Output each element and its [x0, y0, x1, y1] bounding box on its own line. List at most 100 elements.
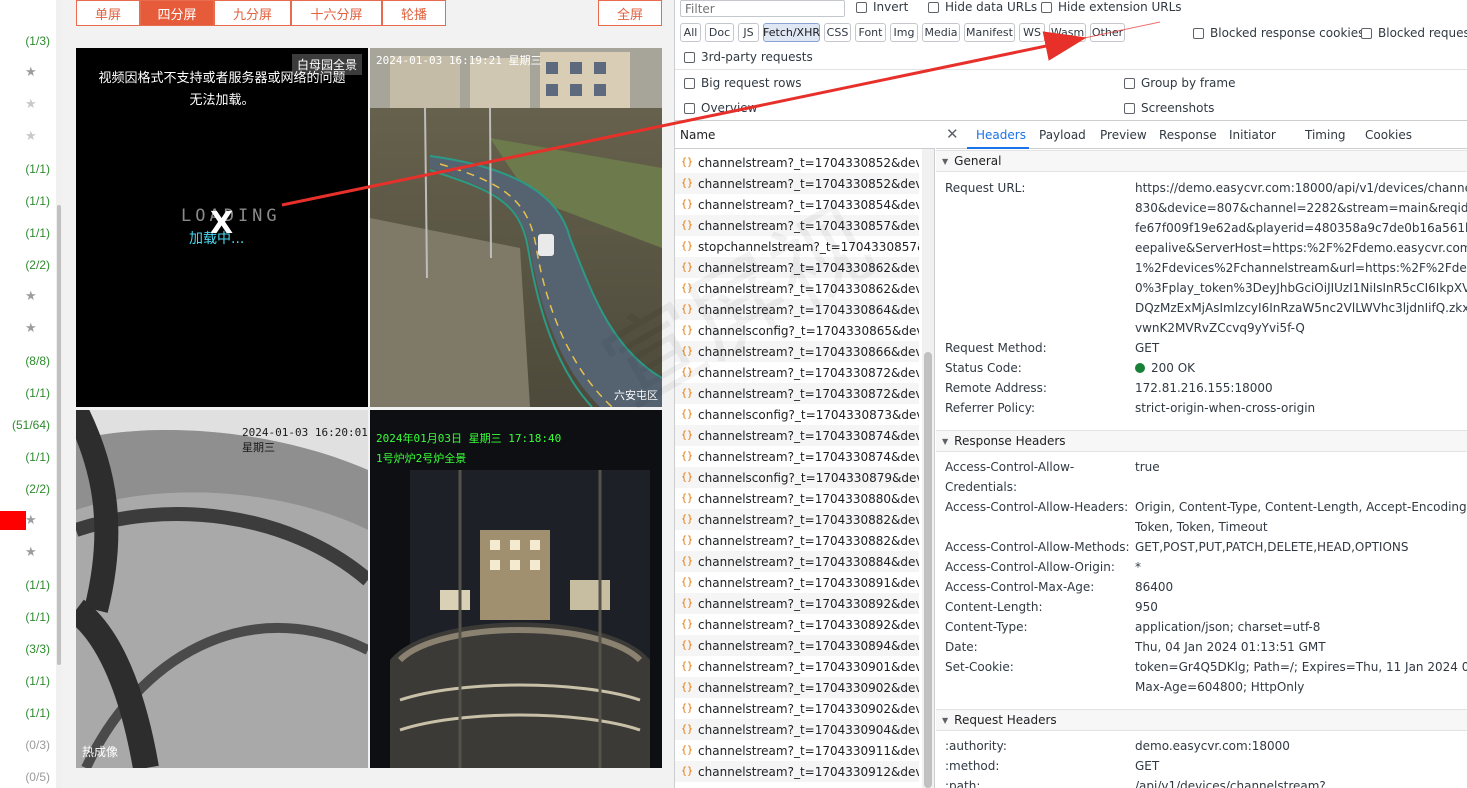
request-row[interactable]: {} channelstream?_t=1704330882&device...	[675, 509, 919, 530]
request-row[interactable]: {} channelstream?_t=1704330880&device...	[675, 488, 919, 509]
type-filter-img[interactable]: Img	[890, 23, 918, 42]
request-row[interactable]: {} channelstream?_t=1704330891&device...	[675, 572, 919, 593]
tab-payload[interactable]: Payload	[1039, 128, 1086, 142]
blocked-requests-checkbox[interactable]: Blocked requests	[1361, 26, 1467, 40]
tab-response[interactable]: Response	[1159, 128, 1217, 142]
request-row[interactable]: {} channelstream?_t=1704330874&device...	[675, 446, 919, 467]
request-row[interactable]: {} channelsconfig?_t=1704330873&device...	[675, 404, 919, 425]
request-row[interactable]: {} channelstream?_t=1704330857&device...	[675, 215, 919, 236]
video-cell-4[interactable]: 2024年01月03日 星期三 17:18:40 1号炉炉2号炉全景	[370, 410, 662, 768]
request-row[interactable]: {} stopchannelstream?_t=1704330857&st...	[675, 236, 919, 257]
star-icon[interactable]: ★	[25, 97, 37, 112]
single-screen-button[interactable]: 单屏	[76, 0, 140, 26]
tree-node-count[interactable]: (1/1)	[0, 450, 50, 464]
request-row[interactable]: {} channelstream?_t=1704330854&device...	[675, 194, 919, 215]
close-icon[interactable]: X	[210, 206, 233, 241]
tree-node-count[interactable]: (1/1)	[0, 578, 50, 592]
close-icon[interactable]: ✕	[946, 125, 959, 143]
request-row[interactable]: {} channelstream?_t=1704330894&device...	[675, 635, 919, 656]
request-list-scrollbar-thumb[interactable]	[924, 352, 932, 788]
four-screen-button[interactable]: 四分屏	[140, 0, 214, 26]
tree-node-count[interactable]: (1/1)	[0, 386, 50, 400]
star-icon[interactable]: ★	[25, 513, 37, 528]
tree-node-count[interactable]: (2/2)	[0, 482, 50, 496]
type-filter-wasm[interactable]: Wasm	[1049, 23, 1086, 42]
type-filter-doc[interactable]: Doc	[705, 23, 734, 42]
request-row[interactable]: {} channelstream?_t=1704330862&device...	[675, 257, 919, 278]
request-row[interactable]: {} channelstream?_t=1704330892&device...	[675, 593, 919, 614]
request-row[interactable]: {} channelstream?_t=1704330862&device...	[675, 278, 919, 299]
request-row[interactable]: {} channelstream?_t=1704330872&device...	[675, 383, 919, 404]
response-headers-section-header[interactable]: ▼ Response Headers	[936, 430, 1467, 452]
invert-checkbox[interactable]: Invert	[856, 0, 908, 14]
filter-input[interactable]	[680, 0, 845, 17]
request-row[interactable]: {} channelstream?_t=1704330864&device...	[675, 299, 919, 320]
third-party-checkbox[interactable]: 3rd-party requests	[684, 50, 813, 64]
blocked-response-cookies-checkbox[interactable]: Blocked response cookies	[1193, 26, 1364, 40]
request-row[interactable]: {} channelstream?_t=1704330892&device...	[675, 614, 919, 635]
fullscreen-button[interactable]: 全屏	[598, 0, 662, 26]
type-filter-fetch-xhr[interactable]: Fetch/XHR	[763, 23, 820, 42]
request-row[interactable]: {} channelstream?_t=1704330872&device...	[675, 362, 919, 383]
tab-initiator[interactable]: Initiator	[1229, 128, 1276, 142]
request-row[interactable]: {} channelsconfig?_t=1704330865&device...	[675, 320, 919, 341]
tree-node-count[interactable]: (3/3)	[0, 642, 50, 656]
request-row[interactable]: {} channelstream?_t=1704330882&device...	[675, 530, 919, 551]
star-icon[interactable]: ★	[25, 321, 37, 336]
request-row[interactable]: {} channelstream?_t=1704330911&device...	[675, 740, 919, 761]
tab-timing[interactable]: Timing	[1305, 128, 1346, 142]
tree-node-count[interactable]: (0/5)	[0, 770, 50, 784]
star-icon[interactable]: ★	[25, 289, 37, 304]
request-row[interactable]: {} channelstream?_t=1704330901&device...	[675, 656, 919, 677]
request-row[interactable]: {} channelsconfig?_t=1704330879&device...	[675, 467, 919, 488]
tab-headers[interactable]: Headers	[976, 128, 1026, 142]
group-by-frame-checkbox[interactable]: Group by frame	[1124, 76, 1235, 90]
type-filter-ws[interactable]: WS	[1019, 23, 1045, 42]
request-row[interactable]: {} channelstream?_t=1704330874&device...	[675, 425, 919, 446]
overview-checkbox[interactable]: Overview	[684, 101, 758, 115]
type-filter-media[interactable]: Media	[922, 23, 960, 42]
big-request-rows-checkbox[interactable]: Big request rows	[684, 76, 802, 90]
video-cell-3[interactable]: 2024-01-03 16:20:01 星期三 热成像	[76, 410, 368, 768]
tree-node-count[interactable]: (1/3)	[0, 34, 50, 48]
star-icon[interactable]: ★	[25, 65, 37, 80]
tree-node-count[interactable]: (1/1)	[0, 162, 50, 176]
tab-preview[interactable]: Preview	[1100, 128, 1147, 142]
screenshots-checkbox[interactable]: Screenshots	[1124, 101, 1214, 115]
tree-node-count[interactable]: (2/2)	[0, 258, 50, 272]
name-column-header[interactable]: Name	[675, 122, 935, 149]
request-row[interactable]: {} channelstream?_t=1704330904&device...	[675, 719, 919, 740]
tree-node-count[interactable]: (1/1)	[0, 706, 50, 720]
star-icon[interactable]: ★	[25, 129, 37, 144]
tree-scrollbar-thumb[interactable]	[57, 205, 61, 665]
video-cell-2[interactable]: 2024-01-03 16:19:21 星期三 六安屯区	[370, 48, 662, 407]
general-section-header[interactable]: ▼ General	[936, 150, 1467, 172]
hide-extension-urls-checkbox[interactable]: Hide extension URLs	[1041, 0, 1182, 14]
request-row[interactable]: {} channelstream?_t=1704330902&device...	[675, 698, 919, 719]
request-row[interactable]: {} channelstream?_t=1704330902&device...	[675, 677, 919, 698]
request-row[interactable]: {} channelstream?_t=1704330866&device...	[675, 341, 919, 362]
tree-node-count[interactable]: (0/3)	[0, 738, 50, 752]
type-filter-css[interactable]: CSS	[824, 23, 851, 42]
tree-node-count[interactable]: (1/1)	[0, 194, 50, 208]
type-filter-js[interactable]: JS	[738, 23, 759, 42]
tree-node-count[interactable]: (1/1)	[0, 226, 50, 240]
tree-node-count[interactable]: (8/8)	[0, 354, 50, 368]
hide-data-urls-checkbox[interactable]: Hide data URLs	[928, 0, 1037, 14]
type-filter-all[interactable]: All	[680, 23, 701, 42]
type-filter-font[interactable]: Font	[855, 23, 886, 42]
tree-node-count[interactable]: (1/1)	[0, 674, 50, 688]
carousel-button[interactable]: 轮播	[382, 0, 446, 26]
request-row[interactable]: {} channelstream?_t=1704330884&device...	[675, 551, 919, 572]
sixteen-screen-button[interactable]: 十六分屏	[291, 0, 382, 26]
request-row[interactable]: {} channelstream?_t=1704330852&device...	[675, 152, 919, 173]
tab-cookies[interactable]: Cookies	[1365, 128, 1412, 142]
request-row[interactable]: {} channelstream?_t=1704330852&device...	[675, 173, 919, 194]
nine-screen-button[interactable]: 九分屏	[214, 0, 291, 26]
tree-node-count[interactable]: (51/64)	[0, 418, 50, 432]
tree-node-count[interactable]: (1/1)	[0, 610, 50, 624]
type-filter-other[interactable]: Other	[1090, 23, 1125, 42]
request-headers-section-header[interactable]: ▼ Request Headers	[936, 709, 1467, 731]
request-row[interactable]: {} channelstream?_t=1704330912&device...	[675, 761, 919, 782]
star-icon[interactable]: ★	[25, 545, 37, 560]
